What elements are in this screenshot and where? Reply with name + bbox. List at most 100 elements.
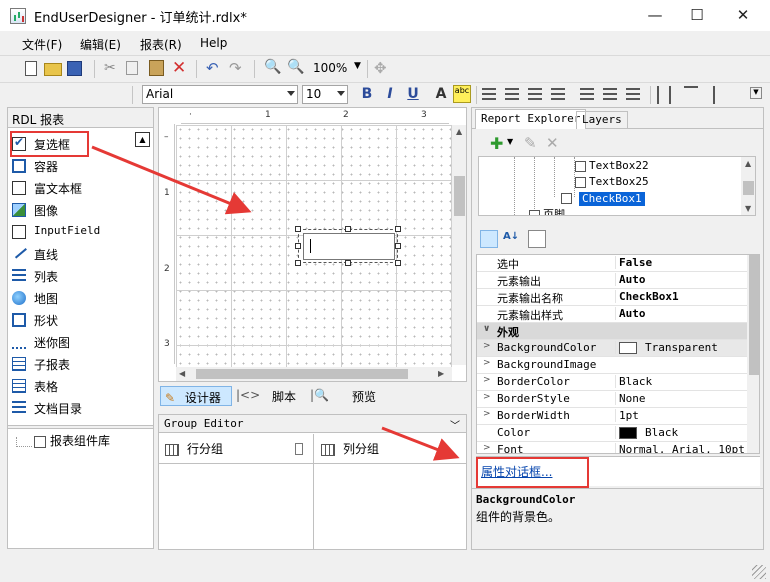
font-name-combo[interactable]: Arial	[142, 85, 298, 104]
property-row[interactable]: Color Black	[477, 425, 747, 442]
tree-item-textbox22[interactable]: TextBox22	[575, 159, 649, 172]
property-row[interactable]: > BorderStyle None	[477, 391, 747, 408]
cut-icon[interactable]: ✂	[104, 60, 122, 78]
expand-icon[interactable]: >	[483, 358, 491, 368]
background-color-icon[interactable]: abc	[453, 85, 471, 103]
minimize-button[interactable]: —	[632, 0, 678, 31]
categorized-icon[interactable]	[480, 230, 498, 248]
underline-button[interactable]: U	[404, 86, 422, 104]
designer-vertical-scrollbar[interactable]: ▲	[452, 125, 466, 365]
scroll-thumb[interactable]	[196, 369, 408, 379]
tab-designer[interactable]: ✎ 设计器	[160, 386, 232, 406]
scroll-right-icon[interactable]: ▶	[438, 369, 444, 378]
menu-file[interactable]: 文件(F)	[22, 36, 62, 53]
property-row[interactable]: > BackgroundColor Transparent	[477, 340, 747, 357]
chevron-down-icon[interactable]: ﹀	[450, 417, 460, 432]
scroll-thumb[interactable]	[749, 255, 759, 375]
tool-list[interactable]: 列表	[12, 265, 136, 287]
tool-table[interactable]: 表格	[12, 375, 136, 397]
tool-image[interactable]: 图像	[12, 199, 136, 221]
tool-line[interactable]: 直线	[11, 243, 136, 265]
property-value[interactable]: Transparent	[615, 341, 747, 354]
resize-handle[interactable]	[345, 260, 351, 266]
tab-script[interactable]: 脚本	[272, 388, 296, 405]
expand-icon[interactable]: >	[483, 341, 491, 351]
toolbox-splitter[interactable]	[8, 425, 153, 429]
property-row[interactable]: > BorderColor Black	[477, 374, 747, 391]
toolbar-overflow-icon[interactable]: ▼	[750, 87, 762, 99]
tab-report-explorer[interactable]: Report Explorer	[475, 109, 587, 129]
tree-item-checkbox1[interactable]	[561, 191, 575, 204]
valign-bottom-icon[interactable]	[626, 88, 640, 100]
bold-button[interactable]: B	[358, 86, 376, 104]
alphabetical-icon[interactable]: A↓	[502, 230, 520, 248]
new-report-icon[interactable]	[22, 60, 40, 78]
tool-toc[interactable]: 文档目录	[12, 397, 136, 419]
valign-top-icon[interactable]	[580, 88, 594, 100]
property-row[interactable]: 选中 False	[477, 255, 747, 272]
chevron-down-icon[interactable]: ▼	[507, 137, 513, 146]
resize-handle[interactable]	[295, 226, 301, 232]
property-value[interactable]: Auto	[615, 307, 747, 320]
align-center-icon[interactable]	[505, 88, 519, 100]
designer-horizontal-scrollbar[interactable]: ◀ ▶	[176, 367, 452, 381]
delete-icon[interactable]: ✕	[546, 134, 559, 152]
property-row[interactable]: 元素输出名称 CheckBox1	[477, 289, 747, 306]
resize-handle[interactable]	[395, 260, 401, 266]
property-value[interactable]: Black	[615, 426, 747, 439]
report-canvas[interactable]	[176, 125, 452, 372]
edit-icon[interactable]: ✎	[524, 134, 537, 152]
collapse-icon[interactable]: ∨	[483, 324, 490, 334]
resize-handle[interactable]	[295, 260, 301, 266]
scroll-up-icon[interactable]: ▲	[456, 127, 462, 136]
menu-edit[interactable]: 编辑(E)	[80, 36, 121, 53]
align-right-icon[interactable]	[528, 88, 542, 100]
close-button[interactable]: ✕	[720, 0, 766, 31]
tab-layers[interactable]: Layers	[576, 111, 628, 129]
expand-icon[interactable]: >	[483, 443, 491, 453]
property-value[interactable]: 1pt	[615, 409, 747, 422]
tool-shape[interactable]: 形状	[12, 309, 136, 331]
property-grid-scrollbar[interactable]	[747, 255, 759, 453]
align-objects-icon[interactable]	[657, 86, 671, 104]
font-color-icon[interactable]: A	[432, 86, 450, 104]
tool-richtext[interactable]: 富文本框	[12, 177, 136, 199]
scroll-down-icon[interactable]: ▼	[745, 204, 751, 213]
tool-map[interactable]: 地图	[12, 287, 136, 309]
property-value[interactable]: CheckBox1	[615, 290, 747, 303]
distribute-icon[interactable]	[684, 86, 698, 104]
tree-item-textbox25[interactable]: TextBox25	[575, 175, 649, 188]
row-group-options-icon[interactable]	[295, 443, 303, 455]
toolbox-scroll-up-button[interactable]: ▲	[135, 132, 150, 147]
tool-container[interactable]: 容器	[12, 155, 136, 177]
zoom-in-icon[interactable]: 🔍	[287, 59, 305, 77]
scroll-up-icon[interactable]: ▲	[745, 159, 751, 168]
property-row[interactable]: > BorderWidth 1pt	[477, 408, 747, 425]
paste-icon[interactable]	[149, 60, 164, 76]
resize-handle[interactable]	[395, 226, 401, 232]
order-icon[interactable]	[713, 86, 727, 104]
component-library-node[interactable]: 报表组件库	[16, 432, 110, 449]
property-category-appearance[interactable]: ∨ 外观	[477, 323, 747, 340]
copy-icon[interactable]	[126, 61, 138, 75]
property-row[interactable]: > Font Normal, Arial, 10pt, N	[477, 442, 747, 453]
save-icon[interactable]	[67, 61, 82, 76]
open-folder-icon[interactable]	[44, 63, 62, 76]
property-pages-icon[interactable]	[528, 230, 546, 248]
checkbox-control[interactable]	[303, 233, 395, 260]
add-icon[interactable]: ✚	[490, 134, 503, 153]
expand-icon[interactable]: >	[483, 375, 491, 385]
tool-inputfield[interactable]: InputField	[12, 221, 136, 243]
zoom-level[interactable]: 100%	[313, 61, 347, 75]
tree-vertical-scrollbar[interactable]: ▲ ▼	[741, 157, 755, 215]
resize-grip-icon[interactable]	[752, 565, 766, 579]
tab-preview[interactable]: 预览	[352, 388, 376, 405]
property-value[interactable]: Black	[615, 375, 747, 388]
expand-icon[interactable]: >	[483, 392, 491, 402]
menu-report[interactable]: 报表(R)	[140, 36, 182, 53]
resize-handle[interactable]	[395, 243, 401, 249]
scroll-thumb[interactable]	[743, 181, 754, 195]
resize-handle[interactable]	[345, 226, 351, 232]
zoom-dropdown-icon[interactable]: ▼	[354, 61, 361, 71]
redo-icon[interactable]: ↷	[229, 59, 247, 77]
